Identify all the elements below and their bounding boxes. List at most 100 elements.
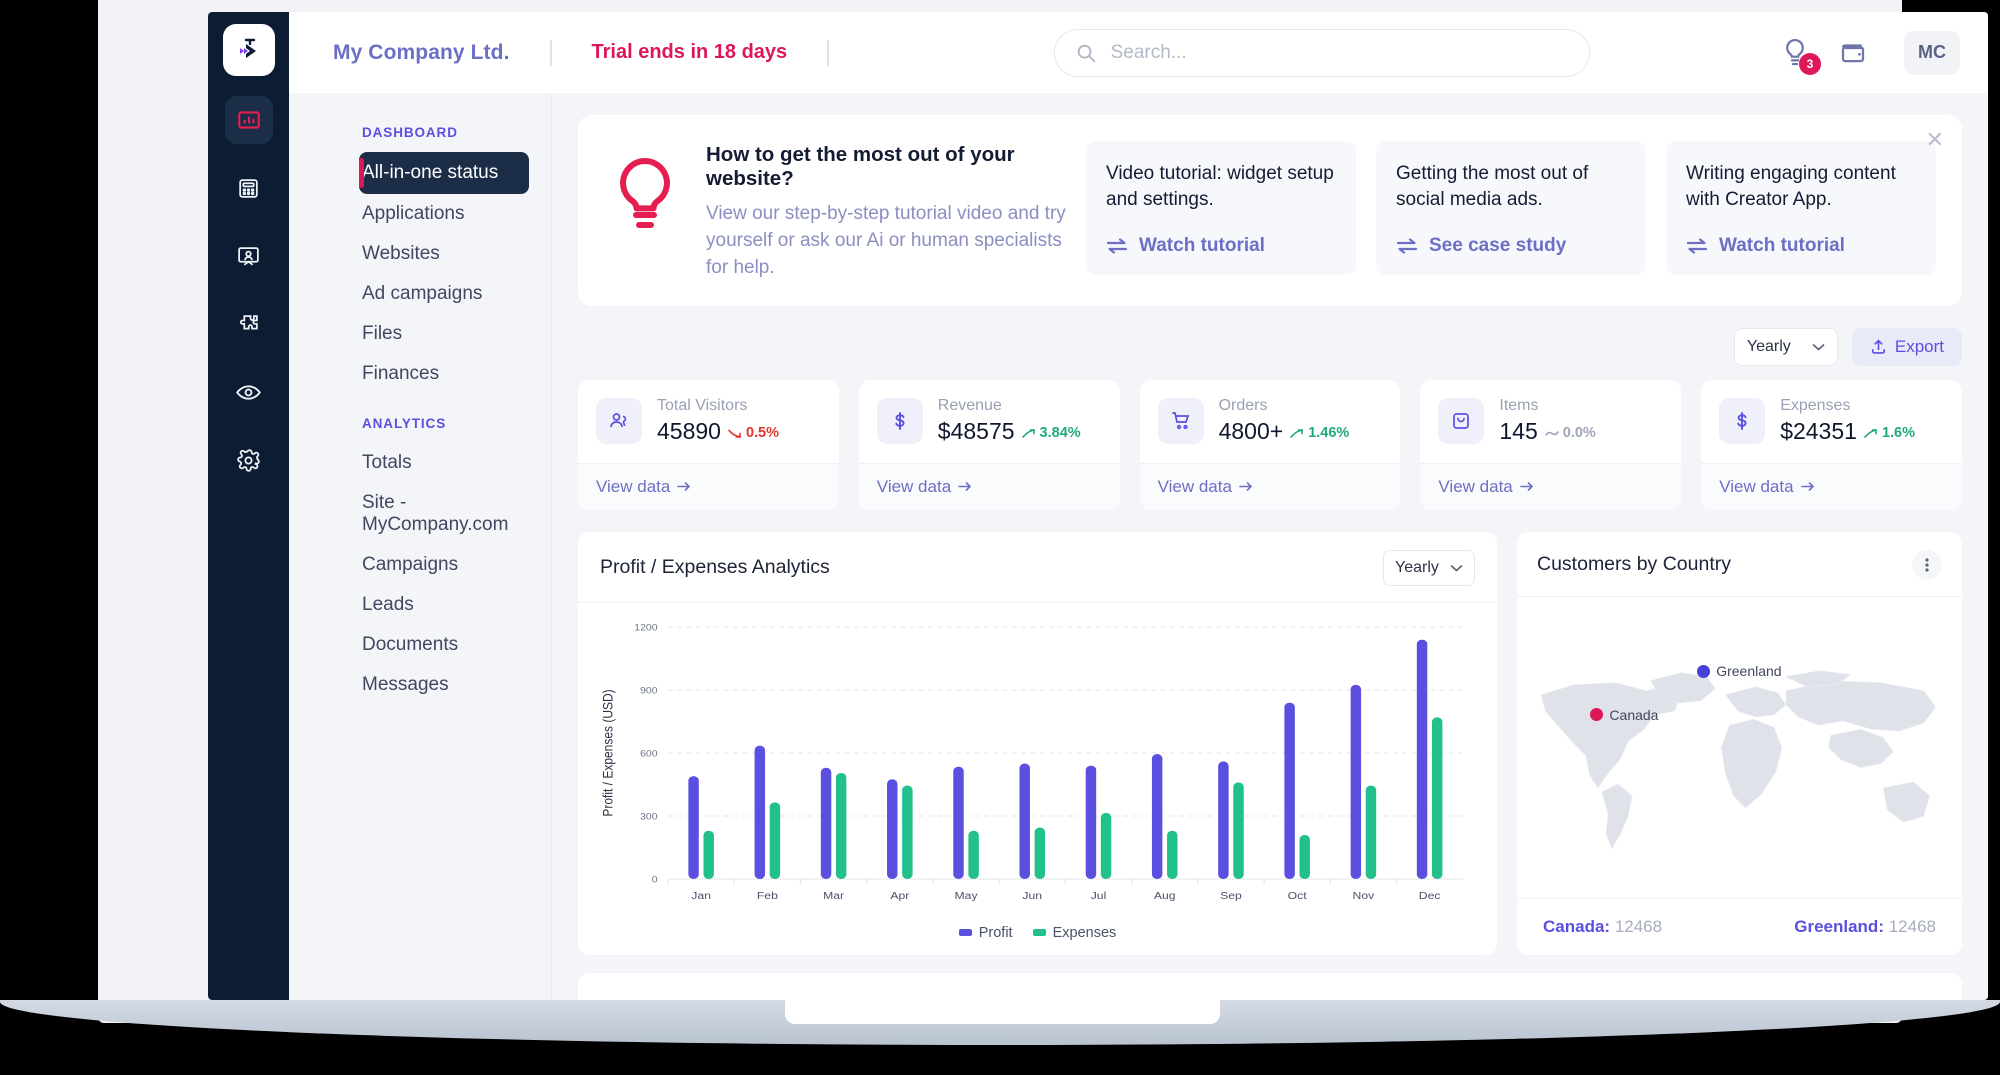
promo-card-link[interactable]: Watch tutorial [1686,235,1916,257]
map-marker-greenland[interactable]: Greenland [1697,663,1782,679]
promo-card-link[interactable]: Watch tutorial [1106,235,1336,257]
search-input[interactable] [1110,41,1569,64]
x-tick-label: Apr [890,891,909,902]
bar-profit-jan[interactable] [688,776,699,879]
kpi-top: Total Visitors 45890 0.5% [578,380,839,463]
bar-expenses-mar[interactable] [835,772,847,879]
promo-card-1[interactable]: Video tutorial: widget setup and setting… [1086,141,1356,276]
bar-profit-sep[interactable] [1218,761,1229,879]
y-tick-label: 600 [640,749,658,759]
kpi-card-orders[interactable]: Orders 4800+ 1.46% View data [1139,379,1401,510]
sidebar-item-all-in-one-status[interactable]: All-in-one status [359,152,529,194]
legend-item-expenses[interactable]: Expenses [1032,925,1116,941]
period-select[interactable]: Yearly [1733,327,1838,366]
rail-item-audience[interactable] [225,232,273,280]
bar-profit-oct[interactable] [1284,702,1295,879]
rail-item-dashboard[interactable] [224,96,273,144]
sidebar-item-finances[interactable]: Finances [289,354,551,394]
kpi-card-items[interactable]: Items 145 0.0% View data [1420,379,1682,510]
bar-expenses-oct[interactable] [1299,834,1310,879]
legend-item-profit[interactable]: Profit [958,925,1013,941]
notifications-button[interactable]: 3 [1780,37,1821,75]
promo-card-3[interactable]: Writing engaging content with Creator Ap… [1666,141,1936,276]
kpi-value-row: 45890 0.5% [657,418,779,445]
sidebar-item-campaigns[interactable]: Campaigns [289,545,551,585]
promo-card-link[interactable]: See case study [1396,235,1626,257]
kpi-top: Orders 4800+ 1.46% [1140,380,1401,463]
kpi-view-data-link[interactable]: View data [578,462,839,510]
trend-up-icon [1021,429,1035,438]
rail-item-calculator[interactable] [225,164,273,212]
kpi-view-data-link[interactable]: View data [1701,462,1962,510]
map-marker-canada[interactable]: Canada [1590,707,1658,723]
chart-period-select[interactable]: Yearly [1383,549,1475,586]
kpi-view-data-label: View data [596,476,671,496]
bar-profit-nov[interactable] [1350,684,1362,879]
export-button[interactable]: Export [1851,327,1962,366]
presentation-user-icon [238,246,259,266]
bar-profit-mar[interactable] [820,767,832,879]
bar-expenses-apr[interactable] [902,785,913,879]
bar-expenses-aug[interactable] [1167,830,1178,879]
rail-item-monitoring[interactable] [225,368,273,416]
kpi-value-row: 4800+ 1.46% [1219,418,1350,445]
kpi-delta-value: 3.84% [1039,425,1081,442]
rail-item-settings[interactable] [225,436,273,484]
bar-profit-jul[interactable] [1085,765,1097,879]
bar-profit-apr[interactable] [887,779,898,879]
bar-expenses-dec[interactable] [1431,717,1443,879]
lower-row: Profit / Expenses Analytics Yearly Profi… [578,531,1962,955]
kpi-card-revenue[interactable]: Revenue $48575 3.84% View data [858,379,1120,510]
sidebar-item-applications[interactable]: Applications [289,194,551,234]
sidebar-item-ad-campaigns[interactable]: Ad campaigns [289,274,551,314]
kpi-view-data-link[interactable]: View data [1420,462,1682,510]
avatar[interactable]: MC [1904,30,1960,75]
sidebar-item-files[interactable]: Files [289,314,551,354]
bar-profit-aug[interactable] [1151,753,1163,879]
company-name: My Company Ltd. [333,40,510,64]
map-menu-button[interactable] [1912,549,1942,580]
world-map[interactable]: Greenland Canada [1517,597,1962,898]
bar-expenses-nov[interactable] [1365,785,1377,879]
screen-bezel: My Company Ltd. Trial ends in 18 days Se… [98,0,1988,1023]
wallet-button[interactable] [1838,38,1868,68]
bar-expenses-sep[interactable] [1233,782,1244,879]
sidebar-item-documents[interactable]: Documents [289,625,551,665]
sidebar-item-totals[interactable]: Totals [289,443,551,483]
bar-expenses-jan[interactable] [703,830,714,879]
x-tick-label: Nov [1353,891,1375,902]
sidebar-nav: DASHBOARD All-in-one status Applications… [289,93,552,1000]
promo-card-text: Getting the most out of social media ads… [1396,163,1589,211]
map-footer: Canada: 12468 Greenland: 12468 [1517,897,1962,955]
sidebar-item-site-mycompany[interactable]: Site - MyCompany.com [289,483,551,545]
kpi-card-total-visitors[interactable]: Total Visitors 45890 0.5% View data [578,379,839,510]
kpi-view-data-link[interactable]: View data [858,462,1120,510]
app-logo[interactable] [222,24,275,76]
promo-title: How to get the most out of your website? [706,143,1015,190]
kpi-value: $48575 [937,417,1015,444]
promo-card-2[interactable]: Getting the most out of social media ads… [1376,141,1646,276]
arrows-exchange-icon [1106,238,1128,254]
bar-expenses-feb[interactable] [769,802,781,879]
bar-profit-jun[interactable] [1019,763,1030,879]
bar-profit-dec[interactable] [1416,639,1428,879]
kpi-card-expenses[interactable]: Expenses $24351 1.6% View data [1701,379,1962,510]
search-box[interactable] [1053,28,1590,77]
close-icon[interactable]: ✕ [1926,129,1944,151]
bar-profit-feb[interactable] [754,745,766,879]
bar-expenses-jun[interactable] [1034,827,1046,879]
country-stat-greenland: Greenland: 12468 [1794,917,1936,937]
bar-expenses-may[interactable] [968,830,979,879]
rail-item-integrations[interactable] [225,300,273,348]
sidebar-item-websites[interactable]: Websites [289,234,551,274]
bar-profit-may[interactable] [953,766,964,879]
kpi-view-data-link[interactable]: View data [1139,462,1401,510]
sidebar-item-messages[interactable]: Messages [289,665,551,705]
x-tick-label: Dec [1419,891,1441,902]
dashboard-app: My Company Ltd. Trial ends in 18 days Se… [208,12,1988,1000]
sidebar-item-leads[interactable]: Leads [289,585,551,625]
chevron-down-icon [1450,564,1463,572]
bar-expenses-jul[interactable] [1100,812,1112,879]
cart-icon [1171,412,1189,430]
trend-up-icon [1290,429,1304,438]
